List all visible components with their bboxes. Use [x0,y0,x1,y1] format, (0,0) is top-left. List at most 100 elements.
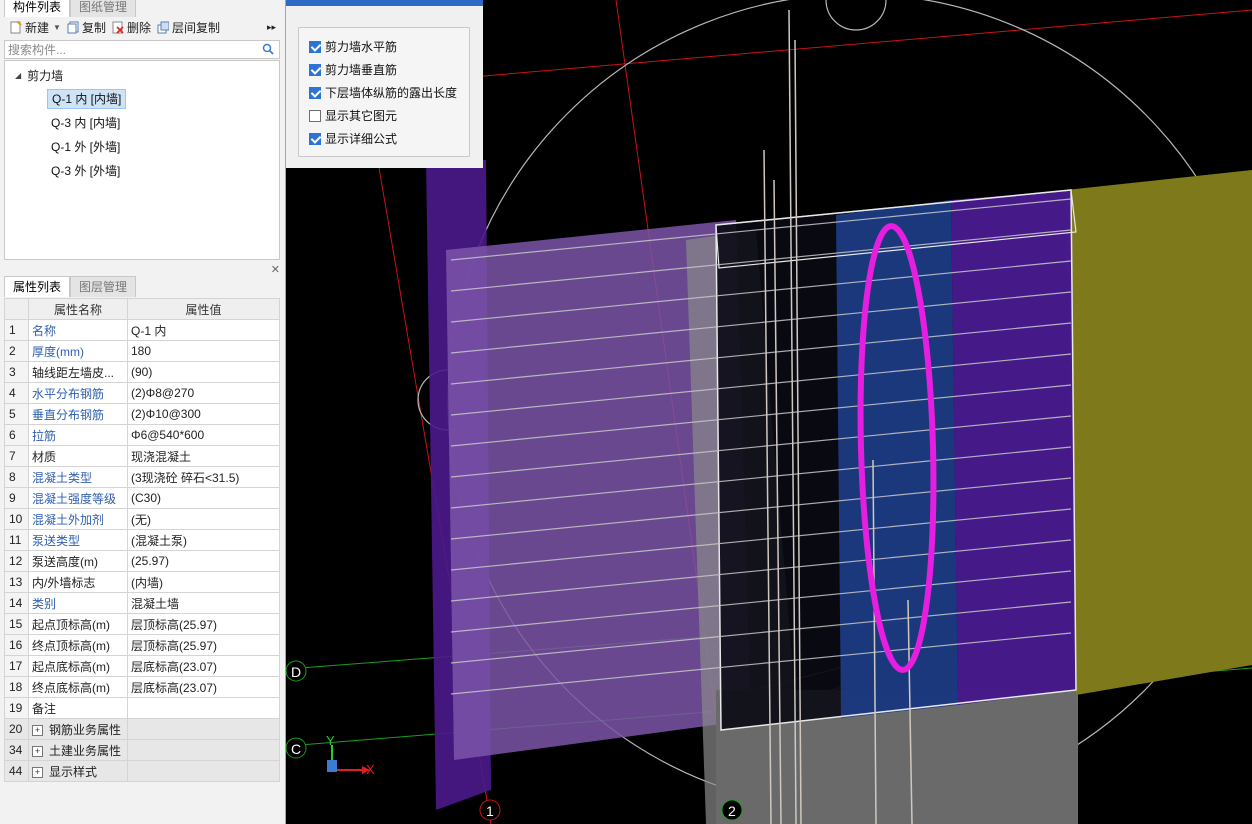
property-row[interactable]: 9 混凝土强度等级 (C30) [4,487,280,509]
property-row[interactable]: 15 起点顶标高(m) 层顶标高(25.97) [4,613,280,635]
checkbox-unchecked-icon[interactable] [309,109,321,122]
tree-root-shear-wall[interactable]: ◢ 剪力墙 [15,67,63,84]
property-row[interactable]: 12 泵送高度(m) (25.97) [4,550,280,572]
property-row[interactable]: 13 内/外墙标志 (内墙) [4,571,280,593]
display-option-checkbox[interactable]: 显示详细公式 [309,130,397,147]
checkbox-checked-icon[interactable] [309,132,321,145]
property-row[interactable]: 19 备注 [4,697,280,719]
svg-text:D: D [291,664,301,680]
property-name: 泵送高度(m) [28,550,128,572]
axis-bubble-d: D [286,660,307,682]
property-row[interactable]: 17 起点底标高(m) 层底标高(23.07) [4,655,280,677]
checkbox-checked-icon[interactable] [309,86,321,99]
display-option-checkbox[interactable]: 显示其它图元 [309,107,397,124]
property-value[interactable]: (无) [127,508,280,530]
tab-component-list[interactable]: 构件列表 [4,0,71,17]
property-group-row[interactable]: 44 + 显示样式 [4,760,280,782]
property-value[interactable]: (90) [127,361,280,383]
property-row[interactable]: 6 拉筋 Φ6@540*600 [4,424,280,446]
delete-button[interactable]: 删除 [112,19,151,36]
search-icon[interactable] [262,43,274,58]
display-option-label: 下层墙体纵筋的露出长度 [325,86,458,100]
display-option-checkbox[interactable]: 下层墙体纵筋的露出长度 [309,84,457,101]
property-value[interactable]: 层顶标高(25.97) [127,634,280,656]
property-value[interactable]: Φ6@540*600 [127,424,280,446]
property-value[interactable]: (3现浇砼 碎石<31.5) [127,466,280,488]
display-option-checkbox[interactable]: 剪力墙垂直筋 [309,61,397,78]
new-label: 新建 [25,20,50,35]
property-value[interactable]: (混凝土泵) [127,529,280,551]
delete-icon [112,21,124,34]
property-value[interactable]: (25.97) [127,550,280,572]
row-number: 14 [4,592,29,614]
row-number: 15 [4,613,29,635]
property-row[interactable]: 11 泵送类型 (混凝土泵) [4,529,280,551]
property-value[interactable]: (2)Φ8@270 [127,382,280,404]
dropdown-caret-icon[interactable]: ▼ [53,23,61,32]
new-icon [10,19,22,34]
property-table: 属性名称 属性值 1 名称 Q-1 内 2 厚度(mm) 180 3 轴线距左墙皮... (90… [4,298,280,782]
property-row[interactable]: 3 轴线距左墙皮... (90) [4,361,280,383]
new-button[interactable]: 新建 ▼ [10,19,61,36]
property-tabs: 属性列表 图层管理 [4,276,137,297]
property-row[interactable]: 10 混凝土外加剂 (无) [4,508,280,530]
property-group[interactable]: + 显示样式 [28,760,128,782]
property-row[interactable]: 8 混凝土类型 (3现浇砼 碎石<31.5) [4,466,280,488]
checkbox-checked-icon[interactable] [309,40,321,53]
property-group[interactable]: + 土建业务属性 [28,739,128,761]
delete-label: 删除 [126,20,151,35]
floor-copy-button[interactable]: 层间复制 [157,19,220,36]
tab-property-list[interactable]: 属性列表 [4,276,71,297]
svg-text:C: C [291,741,301,757]
panel-close-icon[interactable]: ✕ [271,263,280,276]
property-value[interactable]: (2)Φ10@300 [127,403,280,425]
property-row[interactable]: 2 厚度(mm) 180 [4,340,280,362]
tree-item-q1-outer[interactable]: Q-1 外 [外墙] [47,137,124,157]
row-number: 6 [4,424,29,446]
toolbar-overflow-icon[interactable]: ▸▸ [267,22,276,33]
expand-plus-icon[interactable]: + [32,724,43,736]
copy-button[interactable]: 复制 [67,19,106,36]
tab-drawing-management[interactable]: 图纸管理 [70,0,137,17]
property-row[interactable]: 14 类别 混凝土墙 [4,592,280,614]
property-row[interactable]: 16 终点顶标高(m) 层顶标高(25.97) [4,634,280,656]
property-group-row[interactable]: 20 + 钢筋业务属性 [4,718,280,740]
property-row[interactable]: 4 水平分布钢筋 (2)Φ8@270 [4,382,280,404]
property-value[interactable]: (内墙) [127,571,280,593]
checkbox-checked-icon[interactable] [309,63,321,76]
copy-label: 复制 [81,20,106,35]
search-input[interactable] [5,41,251,58]
property-name: 厚度(mm) [28,340,128,362]
row-number: 20 [4,718,29,740]
property-value[interactable]: 层底标高(23.07) [127,655,280,677]
expand-plus-icon[interactable]: + [32,745,43,757]
property-row[interactable]: 18 终点底标高(m) 层底标高(23.07) [4,676,280,698]
property-value[interactable]: 层底标高(23.07) [127,676,280,698]
collapse-triangle-icon[interactable]: ◢ [15,71,21,80]
panel-title-bar [286,0,483,6]
property-group-label: 土建业务属性 [49,743,122,758]
property-value[interactable]: 混凝土墙 [127,592,280,614]
property-value[interactable]: 现浇混凝土 [127,445,280,467]
tree-item-q1-inner[interactable]: Q-1 内 [内墙] [47,89,127,109]
display-option-checkbox[interactable]: 剪力墙水平筋 [309,38,397,55]
property-value[interactable]: 180 [127,340,280,362]
row-number: 7 [4,445,29,467]
property-row[interactable]: 7 材质 现浇混凝土 [4,445,280,467]
property-row[interactable]: 1 名称 Q-1 内 [4,319,280,341]
property-value[interactable] [127,697,280,719]
property-value[interactable]: (C30) [127,487,280,509]
tree-item-q3-inner[interactable]: Q-3 内 [内墙] [47,113,124,133]
property-row[interactable]: 5 垂直分布钢筋 (2)Φ10@300 [4,403,280,425]
column-header-value: 属性值 [127,298,280,320]
expand-plus-icon[interactable]: + [32,766,43,778]
row-number: 9 [4,487,29,509]
property-value[interactable]: Q-1 内 [127,319,280,341]
tab-layer-management[interactable]: 图层管理 [70,276,137,297]
property-value[interactable]: 层顶标高(25.97) [127,613,280,635]
property-group[interactable]: + 钢筋业务属性 [28,718,128,740]
row-number: 12 [4,550,29,572]
tree-item-q3-outer[interactable]: Q-3 外 [外墙] [47,161,124,181]
row-number: 44 [4,760,29,782]
property-group-row[interactable]: 34 + 土建业务属性 [4,739,280,761]
